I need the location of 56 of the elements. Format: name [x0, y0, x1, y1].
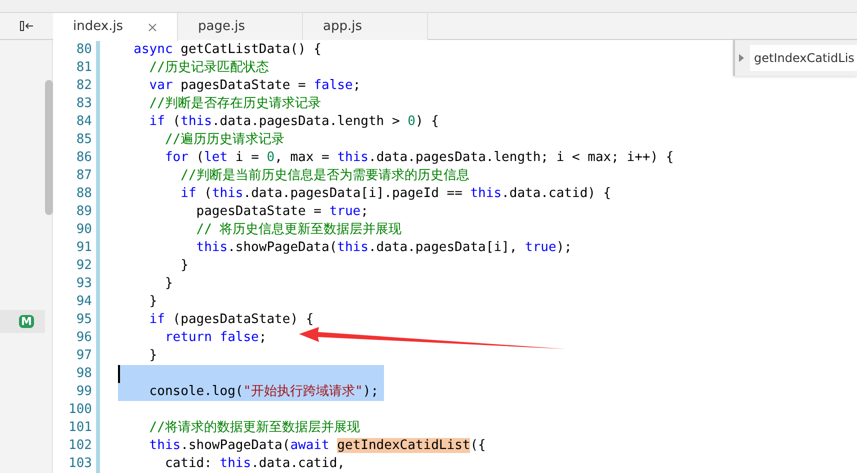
code-line: //将请求的数据更新至数据层并展现	[148, 419, 360, 437]
editor-tab[interactable]: index.js	[53, 13, 178, 41]
line-number: 92	[75, 257, 92, 275]
editor-tab[interactable]: page.js	[178, 13, 303, 40]
line-number: 101	[68, 419, 92, 437]
outline-popup[interactable]: getIndexCatidLis	[733, 40, 857, 76]
code-line: pagesDataState = true;	[195, 203, 368, 221]
line-number: 97	[75, 347, 92, 365]
code-line: if (this.data.pagesData.length > 0) {	[148, 113, 439, 131]
code-line: if (this.data.pagesData[i].pageId == this.data.catid) {	[180, 185, 612, 203]
line-number: 86	[75, 149, 92, 167]
line-number: 96	[75, 329, 92, 347]
line-number: 89	[75, 203, 92, 221]
line-number: 103	[68, 455, 92, 473]
line-number: 98	[75, 365, 92, 383]
code-line: catid: this.data.catid,	[164, 455, 345, 473]
code-line: //历史记录匹配状态	[148, 59, 269, 77]
close-icon[interactable]	[148, 22, 157, 32]
file-row[interactable]: M	[0, 310, 45, 333]
code-line: // 将历史信息更新至数据层并展现	[195, 221, 402, 239]
code-line: this.showPageData(await getIndexCatidList({	[148, 437, 486, 455]
line-number: 85	[75, 131, 92, 149]
line-number: 102	[68, 437, 92, 455]
code-line: async getCatListData() {	[132, 41, 322, 59]
code-line: }	[164, 275, 173, 293]
code-line: //判断是当前历史信息是否为需要请求的历史信息	[180, 167, 470, 185]
outline-item[interactable]: getIndexCatidLis	[750, 45, 857, 71]
code-line: //判断是否存在历史请求记录	[148, 95, 321, 113]
line-number: 91	[75, 239, 92, 257]
line-number: 99	[75, 383, 92, 401]
code-line: //遍历历史请求记录	[164, 131, 285, 149]
code-line: var pagesDataState = false;	[148, 77, 361, 95]
sidebar-toggle-icon[interactable]	[20, 20, 34, 32]
line-number: 83	[75, 95, 92, 113]
line-number: 100	[68, 401, 92, 419]
expand-arrow-icon[interactable]	[739, 54, 744, 62]
line-number: 80	[75, 41, 92, 59]
line-number: 82	[75, 77, 92, 95]
code-line: }	[180, 257, 188, 275]
code-line: this.showPageData(this.data.pagesData[i], true);	[195, 239, 572, 257]
line-number: 84	[75, 113, 92, 131]
modified-badge: M	[19, 315, 34, 328]
line-number: 95	[75, 311, 92, 329]
code-line: if (pagesDataState) {	[148, 311, 314, 329]
line-number: 81	[75, 59, 92, 77]
code-line: }	[148, 293, 158, 311]
line-number: 93	[75, 275, 92, 293]
scrollbar-thumb[interactable]	[45, 80, 53, 215]
code-line: return false;	[164, 329, 267, 347]
editor-tab[interactable]: app.js	[303, 13, 428, 40]
line-number: 94	[75, 293, 92, 311]
code-line: for (let i = 0, max = this.data.pagesData.length; i < max; i++) {	[164, 149, 674, 167]
line-number: 87	[75, 167, 92, 185]
line-number: 88	[75, 185, 92, 203]
line-number: 90	[75, 221, 92, 239]
code-line: }	[148, 347, 158, 365]
